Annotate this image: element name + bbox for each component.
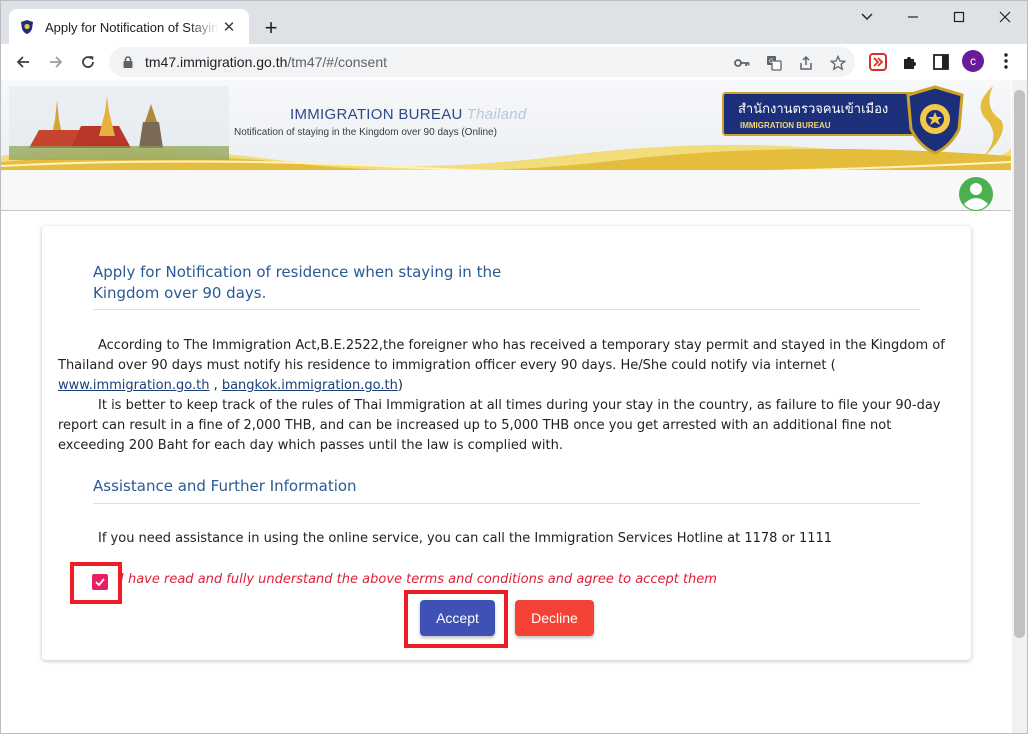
page-viewport: IMMIGRATION BUREAU Thailand Notification … [0, 80, 1028, 734]
header-banner: IMMIGRATION BUREAU Thailand Notification … [1, 80, 1011, 170]
notice-paragraph: According to The Immigration Act,B.E.252… [58, 336, 954, 396]
key-icon[interactable] [733, 54, 751, 72]
notice-text-end: ) [397, 378, 403, 393]
bureau-title-country: Thailand [466, 106, 527, 123]
translate-icon[interactable]: G [765, 54, 783, 72]
back-icon[interactable] [9, 48, 37, 76]
divider [93, 309, 920, 310]
page-title: Apply for Notification of residence when… [93, 263, 502, 302]
reload-icon[interactable] [74, 48, 102, 76]
fine-text: It is better to keep track of the rules … [58, 398, 941, 453]
sidepanel-icon[interactable] [931, 52, 951, 72]
link-separator: , [209, 378, 222, 393]
police-emblem-icon [906, 85, 964, 155]
minimize-icon[interactable] [899, 5, 927, 29]
bureau-title-en: IMMIGRATION BUREAU [290, 106, 463, 123]
star-icon[interactable] [829, 54, 847, 72]
badge-english-name: IMMIGRATION BUREAU [740, 121, 831, 130]
scrollbar-thumb[interactable] [1014, 90, 1025, 638]
lock-icon[interactable] [121, 55, 135, 69]
hotline-text: If you need assistance in using the onli… [98, 531, 833, 546]
new-tab-button[interactable]: + [257, 14, 285, 42]
url-host: tm47.immigration.go.th [145, 54, 288, 70]
notice-text: According to The Immigration Act,B.E.252… [58, 338, 945, 373]
bangkok-immigration-link[interactable]: bangkok.immigration.go.th [222, 378, 398, 393]
accept-button[interactable]: Accept [420, 600, 495, 636]
bureau-subtitle: Notification of staying in the Kingdom o… [234, 127, 497, 138]
address-bar[interactable]: tm47.immigration.go.th/tm47/#/consent G [109, 47, 855, 77]
share-icon[interactable] [797, 54, 815, 72]
temple-illustration [9, 86, 229, 160]
immigration-link[interactable]: www.immigration.go.th [58, 378, 209, 393]
checkbox-highlight-box [70, 562, 122, 604]
browser-toolbar: tm47.immigration.go.th/tm47/#/consent G [0, 44, 1028, 80]
assistance-heading: Assistance and Further Information [93, 477, 357, 495]
fine-paragraph: It is better to keep track of the rules … [58, 396, 954, 456]
immigration-shield-icon [21, 20, 33, 34]
user-account-icon[interactable] [958, 176, 994, 212]
divider [93, 503, 920, 504]
badge-thai-name: สำนักงานตรวจคนเข้าเมือง [738, 102, 889, 117]
tab-search-icon[interactable] [853, 5, 881, 29]
bureau-title: IMMIGRATION BUREAU Thailand [290, 106, 527, 123]
thai-name-badge: สำนักงานตรวจคนเข้าเมือง IMMIGRATION BURE… [722, 92, 914, 136]
svg-text:G: G [769, 58, 774, 65]
tab-title: Apply for Notification of Staying in the… [45, 19, 219, 35]
agree-label[interactable]: I have read and fully understand the abo… [120, 572, 717, 587]
consent-card: Apply for Notification of residence when… [42, 226, 971, 660]
profile-avatar[interactable]: c [962, 50, 984, 72]
page-scrollbar[interactable] [1012, 80, 1027, 733]
maximize-icon[interactable] [945, 5, 973, 29]
gold-flourish-decoration [971, 86, 1003, 168]
puzzle-icon[interactable] [900, 52, 920, 72]
user-bar [1, 170, 1011, 211]
browser-tab[interactable]: Apply for Notification of Staying in the… [9, 9, 249, 45]
menu-icon[interactable] [996, 50, 1016, 72]
forward-icon[interactable] [42, 48, 70, 76]
window-close-icon[interactable] [991, 5, 1019, 29]
extension-red-icon[interactable] [868, 52, 888, 72]
browser-tab-bar: Apply for Notification of Staying in the… [0, 0, 1028, 45]
tab-close-icon[interactable]: ✕ [219, 17, 239, 37]
url-path: /tm47/#/consent [287, 54, 388, 70]
decline-button[interactable]: Decline [515, 600, 594, 636]
